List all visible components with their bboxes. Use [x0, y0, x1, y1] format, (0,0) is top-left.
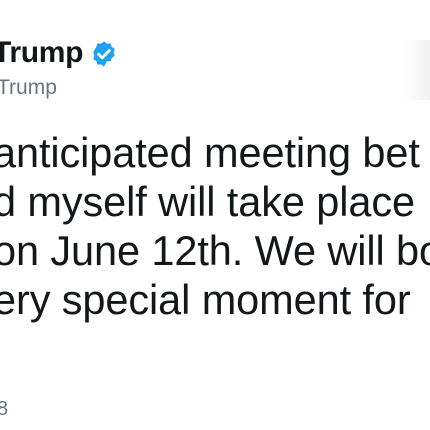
tweet-text-line: on June 12th. We will bo [0, 227, 430, 274]
tweet-text-line: anticipated meeting bet [0, 129, 420, 176]
edge-shadow [404, 40, 430, 100]
tweet-text-line: d myself will take place [0, 178, 415, 225]
author-handle[interactable]: Trump [0, 76, 57, 100]
tweet-text-line: ery special moment for [0, 276, 411, 323]
tweet-card: Trump Trump anticipated meeting bet d my… [0, 0, 430, 430]
tweet-text: anticipated meeting bet d myself will ta… [0, 128, 430, 324]
tweet-timestamp[interactable]: 8 [0, 398, 8, 421]
author-name-row[interactable]: Trump [0, 34, 118, 72]
author-name[interactable]: Trump [0, 36, 83, 70]
verified-badge-icon [90, 40, 118, 68]
